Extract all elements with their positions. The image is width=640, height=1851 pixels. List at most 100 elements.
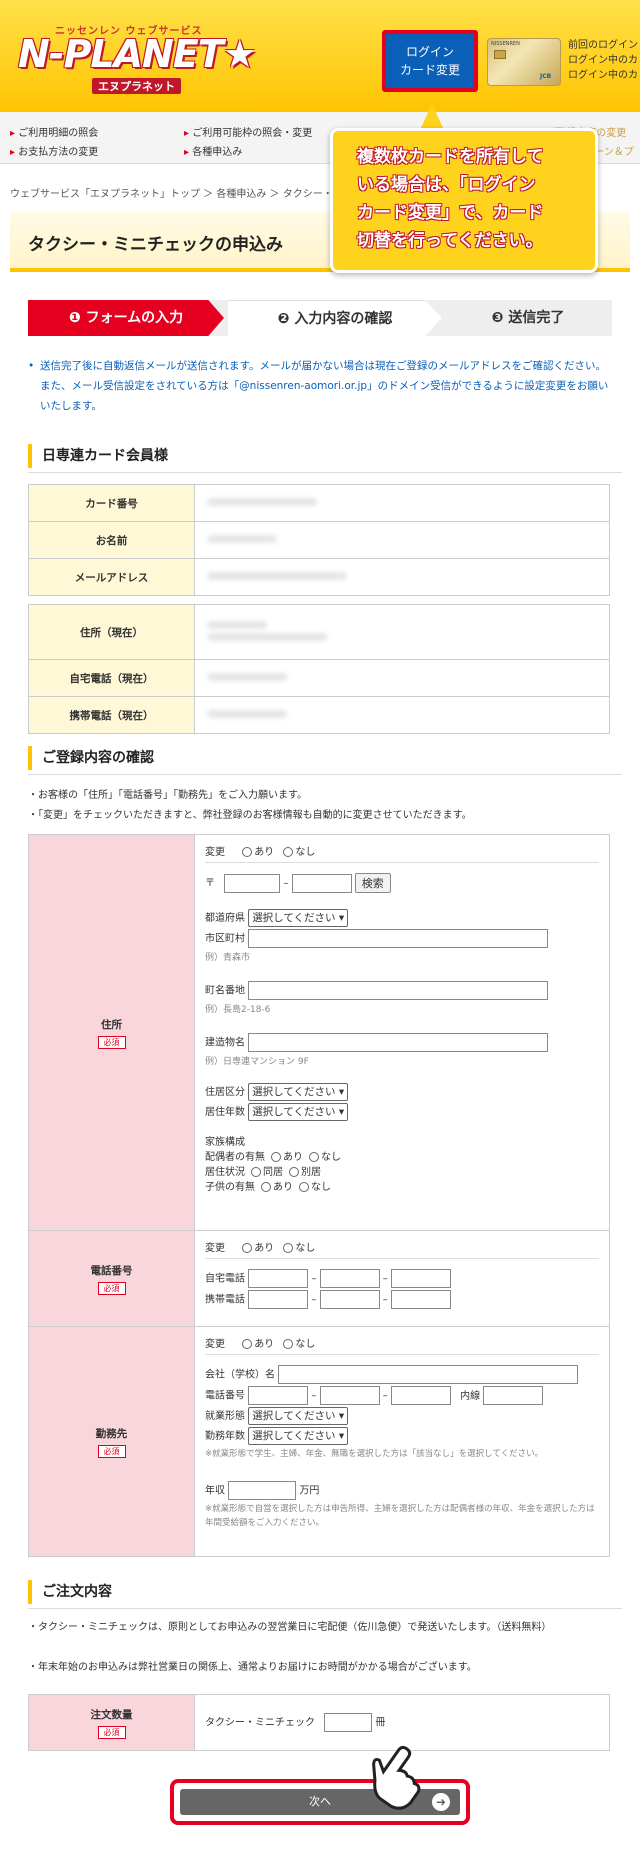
phone-change-no-radio[interactable] <box>283 1243 294 1253</box>
tooltip-arrow <box>420 104 444 130</box>
address-title: 住所 <box>101 1018 122 1031</box>
phone-change-yes-radio[interactable] <box>242 1243 253 1253</box>
login-info-line: 前回のログイン <box>568 40 638 51</box>
mobile-phone-label: 携帯電話（現在） <box>28 696 195 734</box>
residence-years-select[interactable]: 選択してください ▾ <box>248 1103 349 1121</box>
work-tel-3-input[interactable] <box>390 1386 451 1405</box>
children-label: 子供の有無 <box>205 1182 255 1193</box>
living-separate-radio[interactable] <box>289 1167 299 1177</box>
income-input[interactable] <box>228 1481 297 1500</box>
login-change-line2: カード変更 <box>399 63 460 77</box>
mobile-phone-3-input[interactable] <box>390 1290 451 1309</box>
spouse-no-radio[interactable] <box>309 1152 319 1162</box>
employment-years-select[interactable]: 選択してください ▾ <box>248 1427 349 1445</box>
work-fields: 変更 あり なし 会社（学校）名 電話番号 – – 内線 就業形態 選択してくだ… <box>194 1326 610 1557</box>
address-fields: 変更 あり なし 〒 – 検索 都道府県 選択してください ▾ 市区町村 例）青… <box>194 834 610 1231</box>
quantity-input[interactable] <box>324 1713 373 1732</box>
town-input[interactable] <box>248 981 549 1000</box>
spouse-label: 配偶者の有無 <box>205 1152 265 1163</box>
change-yes-radio[interactable] <box>242 847 253 857</box>
mobile-phone-2-input[interactable] <box>319 1290 380 1309</box>
required-badge: 必須 <box>97 1281 126 1295</box>
confirm-note-1: ・お客様の「住所」「電話番号」「勤務先」をご入力願います。 <box>28 790 307 801</box>
site-logo[interactable]: N-PLANET★ <box>18 32 257 76</box>
spouse-yes-radio[interactable] <box>271 1152 281 1162</box>
residence-type-select[interactable]: 選択してください ▾ <box>248 1083 349 1101</box>
family-label: 家族構成 <box>205 1137 245 1148</box>
employment-type-select[interactable]: 選択してください ▾ <box>248 1407 349 1425</box>
residence-years-label: 居住年数 <box>205 1107 245 1118</box>
town-label: 町名番地 <box>205 985 245 997</box>
mobile-phone-field-label: 携帯電話 <box>205 1294 245 1306</box>
mobile-phone-1-input[interactable] <box>248 1290 309 1309</box>
work-title: 勤務先 <box>95 1427 128 1440</box>
login-card-change-button[interactable]: ログイン カード変更 <box>386 34 474 88</box>
tooltip-line: 切替を行ってください。 <box>357 231 543 251</box>
divider <box>28 774 622 775</box>
income-note: ※就業形態で自営を選択した方は申告所得、主婦を選択した方は配偶者様の年収、年金を… <box>205 1504 595 1528</box>
postal-mark: 〒 <box>205 878 215 889</box>
divider <box>28 472 622 473</box>
work-change-no-radio[interactable] <box>283 1339 294 1349</box>
home-phone-1-input[interactable] <box>248 1269 309 1288</box>
company-label: 会社（学校）名 <box>205 1369 275 1381</box>
home-phone-3-input[interactable] <box>390 1269 451 1288</box>
confirm-note-2: ・「変更」をチェックいただきますと、弊社登録のお客様情報も自動的に変更させていた… <box>28 810 472 821</box>
nav-item-applications[interactable]: 各種申込み <box>184 143 242 158</box>
change-label: 変更 <box>205 1243 225 1254</box>
login-info-line: ログイン中のカ <box>568 55 638 66</box>
residence-type-label: 住居区分 <box>205 1087 245 1098</box>
nav-item-limit[interactable]: ご利用可能枠の照会・変更 <box>184 124 312 139</box>
change-no-radio[interactable] <box>283 847 294 857</box>
arrow-right-icon: ➜ <box>432 1793 450 1811</box>
login-change-line1: ログイン <box>405 45 454 59</box>
city-label: 市区町村 <box>205 933 245 945</box>
notice-text: 送信完了後に自動返信メールが送信されます。メールが届かない場合は現在ご登録のメー… <box>28 356 610 416</box>
pointing-hand-icon <box>372 1745 421 1810</box>
building-input[interactable] <box>248 1033 549 1052</box>
order-note-1: ・タクシー・ミニチェックは、原則としてお申込みの翌営業日に宅配便（佐川急便）で発… <box>28 1622 552 1633</box>
registration-form-table: 住所 必須 変更 あり なし 〒 – 検索 都道府県 選択してください ▾ 市区… <box>28 834 610 1557</box>
quantity-title: 注文数量 <box>90 1708 133 1721</box>
work-tel-2-input[interactable] <box>319 1386 380 1405</box>
phone-title: 電話番号 <box>90 1264 133 1277</box>
address-value <box>194 604 610 660</box>
email-value <box>194 558 610 596</box>
postal-code-1-input[interactable] <box>224 873 281 893</box>
town-example: 例）長島2-18-6 <box>205 1005 271 1015</box>
extension-input[interactable] <box>483 1386 544 1405</box>
prefecture-select[interactable]: 選択してください ▾ <box>248 909 349 927</box>
step-form-input: ❶ フォームの入力 <box>28 300 224 336</box>
living-together-radio[interactable] <box>251 1167 261 1177</box>
no-label: なし <box>295 1243 316 1254</box>
work-tel-1-input[interactable] <box>248 1386 309 1405</box>
card-jcb-logo: JCB <box>540 73 552 80</box>
postal-search-button[interactable]: 検索 <box>354 873 391 893</box>
children-yes-radio[interactable] <box>261 1182 271 1192</box>
page-title: タクシー・ミニチェックの申込み <box>28 235 283 255</box>
children-no-radio[interactable] <box>299 1182 309 1192</box>
login-change-tooltip: 複数枚カードを所有して いる場合は、「ログイン カード変更」で、カード 切替を行… <box>330 128 598 273</box>
separate-label: 別居 <box>301 1167 321 1178</box>
required-badge: 必須 <box>97 1725 126 1739</box>
company-input[interactable] <box>278 1365 579 1384</box>
home-phone-value <box>194 659 610 697</box>
name-value <box>194 521 610 559</box>
building-example: 例）日専連マンション 9F <box>205 1057 309 1067</box>
home-phone-2-input[interactable] <box>319 1269 380 1288</box>
city-example: 例）青森市 <box>205 953 251 963</box>
member-table-2: 住所（現在） 自宅電話（現在） 携帯電話（現在） <box>28 604 610 734</box>
work-change-yes-radio[interactable] <box>242 1339 253 1349</box>
city-input[interactable] <box>248 929 549 948</box>
employment-note: ※就業形態で学生、主婦、年金、無職を選択した方は「該当なし」を選択してください。 <box>205 1449 544 1459</box>
phone-fields: 変更 あり なし 自宅電話 – – 携帯電話 – – <box>194 1230 610 1327</box>
postal-code-2-input[interactable] <box>291 873 352 893</box>
nav-item-statement[interactable]: ご利用明細の照会 <box>10 124 98 139</box>
tooltip-line: 複数枚カードを所有して <box>357 147 544 167</box>
email-label: メールアドレス <box>28 558 195 596</box>
login-info-line: ログイン中のカ <box>568 70 638 81</box>
order-heading: ご注文内容 <box>28 1580 622 1604</box>
nav-item-payment[interactable]: お支払方法の変更 <box>10 143 98 158</box>
breadcrumb[interactable]: ウェブサービス「エヌプラネット」トップ ＞ 各種申込み ＞ タクシー・ <box>10 185 333 200</box>
employment-years-label: 勤務年数 <box>205 1431 245 1442</box>
